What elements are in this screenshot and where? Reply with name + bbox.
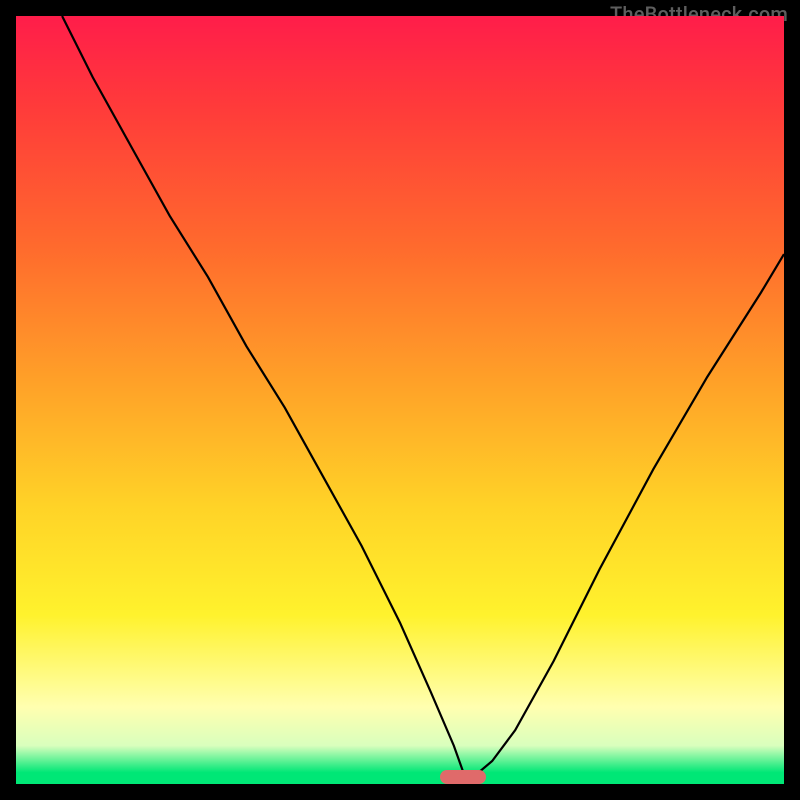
bottleneck-curve-path <box>62 16 784 778</box>
chart-frame: TheBottleneck.com <box>0 0 800 800</box>
plot-area <box>16 16 784 784</box>
optimal-marker <box>440 770 486 784</box>
curve-svg <box>16 16 784 784</box>
